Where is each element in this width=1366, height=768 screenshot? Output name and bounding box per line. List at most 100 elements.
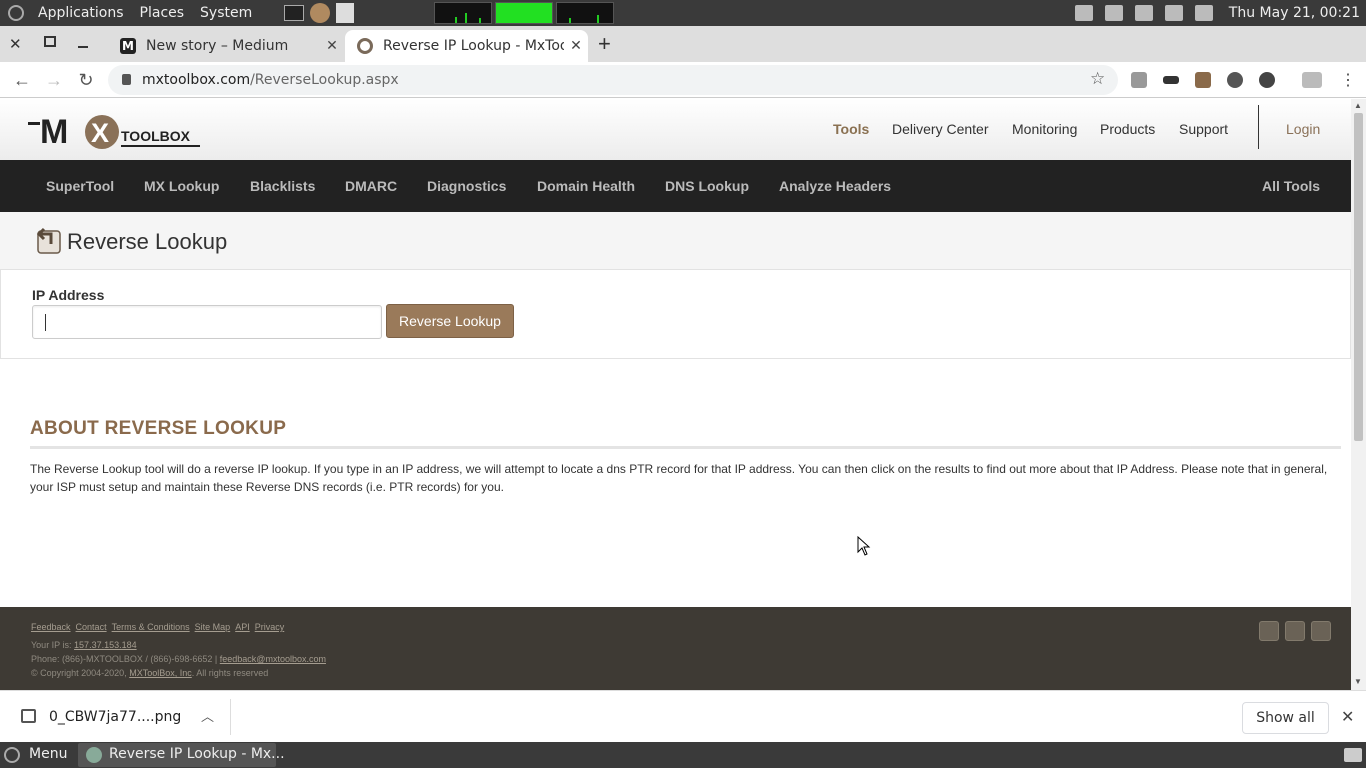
tab-medium[interactable]: M New story – Medium ✕ xyxy=(108,30,344,62)
topnav-support[interactable]: Support xyxy=(1179,121,1228,137)
rss-icon[interactable] xyxy=(1311,621,1331,641)
url-path: /ReverseLookup.aspx xyxy=(250,72,399,88)
bottom-panel: Menu Reverse IP Lookup - Mx... xyxy=(0,742,1366,768)
footer-link-sitemap[interactable]: Site Map xyxy=(195,622,231,632)
footer-email-link[interactable]: feedback@mxtoolbox.com xyxy=(220,654,326,664)
topnav-products[interactable]: Products xyxy=(1100,121,1155,137)
nav-dns-lookup[interactable]: DNS Lookup xyxy=(665,178,749,194)
footer-rights: . All rights reserved xyxy=(191,668,269,678)
menu-icon[interactable] xyxy=(4,747,20,763)
reverse-lookup-button[interactable]: Reverse Lookup xyxy=(386,304,514,338)
nav-mx-lookup[interactable]: MX Lookup xyxy=(144,178,219,194)
taskbar-item-browser[interactable]: Reverse IP Lookup - Mx... xyxy=(78,743,285,767)
page-title-bar: Reverse Lookup xyxy=(0,212,1351,270)
profile-extension-icon[interactable] xyxy=(1227,72,1243,88)
nav-dmarc[interactable]: DMARC xyxy=(345,178,397,194)
footer-link-terms[interactable]: Terms & Conditions xyxy=(112,622,190,632)
network-graph xyxy=(556,2,615,24)
restore-window-icon[interactable] xyxy=(44,36,56,47)
download-filename[interactable]: 0_CBW7ja77....png xyxy=(49,709,181,725)
applications-menu[interactable]: Applications xyxy=(30,5,132,21)
show-all-button[interactable]: Show all xyxy=(1242,702,1329,734)
footer-company-link[interactable]: MXToolBox, Inc xyxy=(129,668,192,678)
about-heading: ABOUT REVERSE LOOKUP xyxy=(30,418,287,439)
nav-all-tools[interactable]: All Tools xyxy=(1262,178,1320,194)
download-options-chevron-icon[interactable]: ︿ xyxy=(201,706,214,725)
adblock-extension-icon[interactable] xyxy=(1259,72,1275,88)
scrollbar-thumb[interactable] xyxy=(1354,113,1363,441)
tab-reverse-lookup[interactable]: Reverse IP Lookup - MxToolbox ✕ xyxy=(345,30,588,62)
footer-ip-link[interactable]: 157.37.153.184 xyxy=(74,640,137,650)
forward-icon[interactable]: → xyxy=(42,68,66,92)
tab-title: Reverse IP Lookup - MxToolbox xyxy=(383,38,564,54)
tab-close-icon[interactable]: ✕ xyxy=(320,38,344,54)
tab-title: New story – Medium xyxy=(146,38,289,54)
cpu-graph xyxy=(434,2,493,24)
twitter-icon[interactable] xyxy=(1259,621,1279,641)
taskbar-item-title: Reverse IP Lookup - Mx... xyxy=(109,746,285,762)
mask-extension-icon[interactable] xyxy=(1163,76,1179,84)
network-manager-icon[interactable] xyxy=(1134,5,1153,21)
site-header: M X TOOLBOX Tools Delivery Center Monito… xyxy=(0,99,1351,160)
share-extension-icon[interactable] xyxy=(1131,72,1147,88)
close-window-icon[interactable]: ✕ xyxy=(9,35,22,53)
topnav-delivery-center[interactable]: Delivery Center xyxy=(892,121,988,137)
top-panel: Applications Places System Thu May 21, 0… xyxy=(0,0,1366,26)
scroll-up-icon[interactable]: ▲ xyxy=(1354,101,1362,110)
battery-icon[interactable] xyxy=(1194,5,1213,21)
image-file-icon xyxy=(21,709,36,723)
footer-link-api[interactable]: API xyxy=(235,622,250,632)
lock-icon[interactable] xyxy=(122,74,131,85)
facebook-icon[interactable] xyxy=(1285,621,1305,641)
browser-menu-icon[interactable]: ⋮ xyxy=(1340,70,1356,90)
footer-phone: Phone: (866)-MXTOOLBOX / (866)-698-6652 … xyxy=(31,654,218,664)
system-menu[interactable]: System xyxy=(192,5,260,21)
text-caret xyxy=(45,314,46,331)
footer-link-feedback[interactable]: Feedback xyxy=(31,622,71,632)
terminal-launcher-icon[interactable] xyxy=(284,5,305,21)
nav-domain-health[interactable]: Domain Health xyxy=(537,178,635,194)
nav-diagnostics[interactable]: Diagnostics xyxy=(427,178,506,194)
topnav-monitoring[interactable]: Monitoring xyxy=(1012,121,1077,137)
translate-extension-icon[interactable] xyxy=(1302,72,1322,88)
volume-icon[interactable] xyxy=(1104,5,1123,21)
footer-link-privacy[interactable]: Privacy xyxy=(255,622,285,632)
login-link[interactable]: Login xyxy=(1286,121,1320,137)
footer-link-contact[interactable]: Contact xyxy=(76,622,107,632)
menu-button[interactable]: Menu xyxy=(29,746,67,762)
reload-icon[interactable]: ↻ xyxy=(74,68,98,92)
nav-analyze-headers[interactable]: Analyze Headers xyxy=(779,178,891,194)
nav-blacklists[interactable]: Blacklists xyxy=(250,178,315,194)
ip-address-label: IP Address xyxy=(32,287,105,303)
bluetooth-icon[interactable] xyxy=(1074,5,1093,21)
downloads-divider xyxy=(230,699,231,735)
lookup-form: IP Address Reverse Lookup xyxy=(0,270,1351,359)
close-downloads-icon[interactable]: ✕ xyxy=(1341,707,1354,727)
back-icon[interactable]: ← xyxy=(10,68,34,92)
address-bar[interactable]: mxtoolbox.com/ReverseLookup.aspx ☆ xyxy=(108,65,1118,95)
mxtoolbox-logo[interactable]: M X TOOLBOX xyxy=(28,111,200,151)
minimize-window-icon[interactable] xyxy=(78,46,88,48)
signal-icon[interactable] xyxy=(1164,5,1183,21)
clock[interactable]: Thu May 21, 00:21 xyxy=(1229,5,1360,21)
places-menu[interactable]: Places xyxy=(132,5,193,21)
distro-icon[interactable] xyxy=(8,5,24,21)
page-content: M X TOOLBOX Tools Delivery Center Monito… xyxy=(0,99,1351,690)
bookmark-star-icon[interactable]: ☆ xyxy=(1090,69,1105,89)
memory-graph xyxy=(495,2,554,24)
tab-close-icon[interactable]: ✕ xyxy=(564,38,588,54)
mxtoolbox-favicon-icon xyxy=(357,38,373,54)
nav-supertool[interactable]: SuperTool xyxy=(46,178,114,194)
fox-extension-icon[interactable] xyxy=(1195,72,1211,88)
new-tab-icon[interactable]: + xyxy=(598,31,611,57)
reverse-arrow-icon xyxy=(36,227,61,254)
site-footer: Feedback Contact Terms & Conditions Site… xyxy=(0,607,1351,690)
ip-address-input[interactable] xyxy=(32,305,382,339)
show-desktop-icon[interactable] xyxy=(1344,748,1362,762)
mouse-cursor-icon xyxy=(857,536,871,556)
page-scrollbar[interactable]: ▲ ▼ xyxy=(1351,99,1366,690)
editor-launcher-icon[interactable] xyxy=(336,3,355,23)
browser-launcher-icon[interactable] xyxy=(310,3,331,23)
topnav-tools[interactable]: Tools xyxy=(833,121,869,137)
scroll-down-icon[interactable]: ▼ xyxy=(1354,677,1362,686)
